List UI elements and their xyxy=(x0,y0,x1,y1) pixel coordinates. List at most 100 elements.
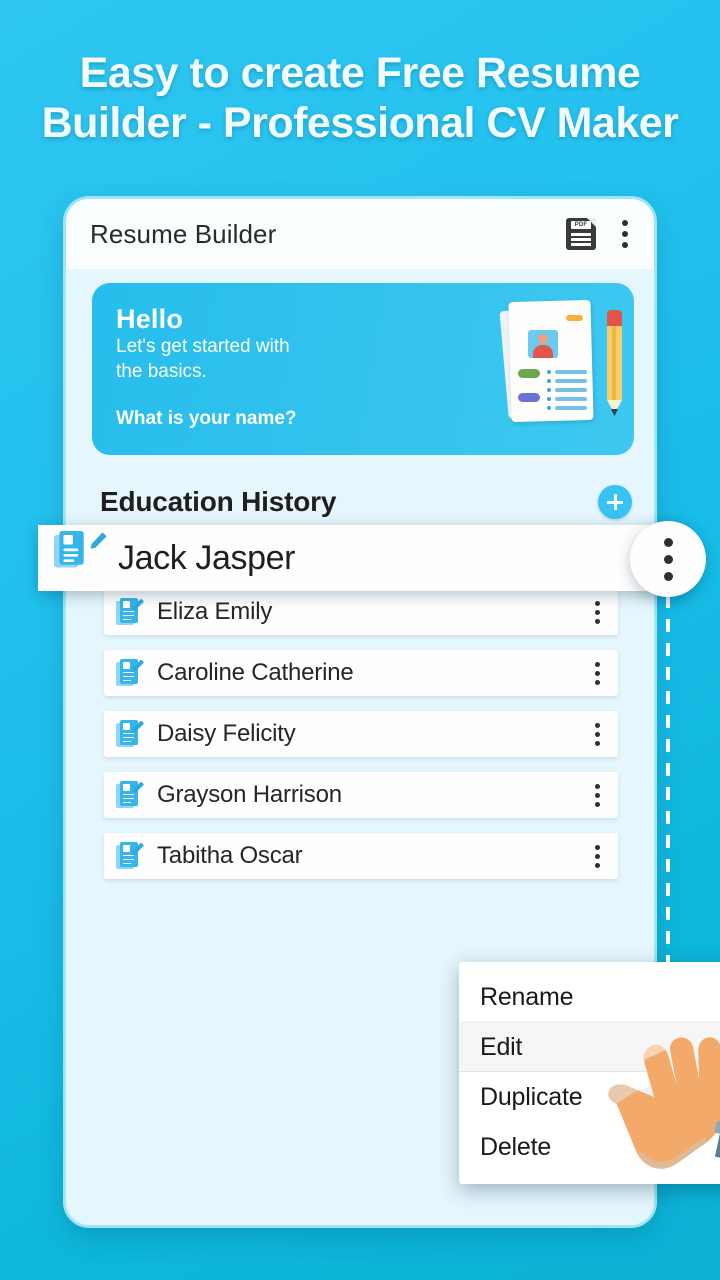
pdf-icon-line xyxy=(571,238,591,241)
kebab-dot xyxy=(663,554,673,564)
illustration-avatar xyxy=(528,330,558,358)
plus-icon[interactable] xyxy=(598,485,632,519)
list-item-label: Caroline Catherine xyxy=(157,659,354,686)
kebab-menu-icon[interactable] xyxy=(591,656,604,691)
hand-pointer-illustration xyxy=(608,1037,720,1169)
menu-item-rename[interactable]: Rename xyxy=(459,972,720,1022)
doc-photo xyxy=(123,661,130,669)
doc-line xyxy=(123,675,134,678)
illustration-pencil xyxy=(607,310,622,418)
doc-photo xyxy=(123,722,130,730)
highlighted-list-item[interactable]: Jack Jasper xyxy=(38,525,686,591)
illustration-avatar-body xyxy=(533,345,553,358)
kebab-dot xyxy=(595,618,600,624)
education-entry-list: Eliza Emily Caroline Catherine Daisy Fel… xyxy=(66,589,654,894)
education-history-header: Education History xyxy=(66,471,654,533)
illustration-bullet xyxy=(547,379,551,383)
doc-line xyxy=(123,610,134,613)
doc-line xyxy=(123,736,134,739)
doc-line xyxy=(123,618,131,621)
doc-photo xyxy=(63,535,73,545)
doc-line xyxy=(123,740,131,743)
kebab-dot xyxy=(595,600,600,606)
kebab-dot xyxy=(622,242,628,248)
doc-line xyxy=(123,614,134,617)
highlighted-list-item-label: Jack Jasper xyxy=(118,538,296,577)
kebab-dot xyxy=(595,679,600,685)
document-edit-icon xyxy=(54,531,107,585)
kebab-dot xyxy=(595,670,600,676)
illustration-line xyxy=(555,388,587,392)
page-title: Resume Builder xyxy=(90,218,277,249)
illustration-bullet xyxy=(547,406,551,410)
kebab-menu-icon[interactable] xyxy=(591,839,604,874)
doc-line xyxy=(63,553,79,557)
kebab-menu-icon[interactable] xyxy=(618,214,632,254)
doc-photo xyxy=(123,600,130,608)
doc-line xyxy=(63,559,75,562)
doc-line xyxy=(63,548,79,551)
list-item-label: Tabitha Oscar xyxy=(157,842,303,869)
highlighted-kebab-menu-icon[interactable] xyxy=(630,521,706,597)
promo-screenshot: Easy to create Free Resume Builder - Pro… xyxy=(0,0,720,1280)
pencil-eraser xyxy=(607,310,622,327)
list-item[interactable]: Caroline Catherine xyxy=(104,650,618,696)
doc-line xyxy=(123,854,134,857)
kebab-dot xyxy=(595,661,600,667)
illustration-line xyxy=(555,406,587,410)
document-edit-icon xyxy=(116,597,144,627)
list-item[interactable]: Grayson Harrison xyxy=(104,772,618,818)
kebab-dot xyxy=(622,220,628,226)
pdf-icon-line xyxy=(571,233,591,236)
hello-card: Hello Let's get started with the basics.… xyxy=(92,283,634,455)
app-bar: Resume Builder PDF xyxy=(66,199,654,269)
pdf-icon-line xyxy=(571,243,591,246)
doc-pencil xyxy=(90,532,107,549)
doc-line xyxy=(123,732,134,735)
pencil-stripe xyxy=(612,326,616,400)
doc-photo xyxy=(123,783,130,791)
illustration-purple-tag xyxy=(518,393,540,402)
doc-line xyxy=(123,797,134,800)
kebab-dot xyxy=(663,537,673,547)
doc-line xyxy=(123,862,131,865)
kebab-dot xyxy=(595,862,600,868)
illustration-avatar-head xyxy=(538,334,548,344)
kebab-dot xyxy=(595,801,600,807)
list-item[interactable]: Daisy Felicity xyxy=(104,711,618,757)
list-item[interactable]: Tabitha Oscar xyxy=(104,833,618,879)
pencil-tip-lead xyxy=(611,409,618,416)
resume-document-pencil-illustration xyxy=(496,296,624,428)
kebab-dot xyxy=(595,792,600,798)
list-item-label: Grayson Harrison xyxy=(157,781,342,808)
document-edit-icon xyxy=(116,841,144,871)
doc-line xyxy=(123,679,131,682)
kebab-dot xyxy=(595,844,600,850)
kebab-menu-icon[interactable] xyxy=(591,778,604,813)
illustration-line xyxy=(555,370,587,374)
illustration-line xyxy=(555,379,587,383)
kebab-dot xyxy=(663,571,673,581)
kebab-dot xyxy=(622,231,628,237)
list-item[interactable]: Eliza Emily xyxy=(104,589,618,635)
doc-line xyxy=(123,793,134,796)
pdf-icon-label: PDF xyxy=(571,221,591,229)
illustration-bullet xyxy=(547,370,551,374)
kebab-menu-icon[interactable] xyxy=(591,595,604,630)
kebab-dot xyxy=(595,722,600,728)
doc-line xyxy=(123,801,131,804)
illustration-line xyxy=(555,397,587,401)
section-title: Education History xyxy=(100,486,337,517)
kebab-dot xyxy=(595,740,600,746)
list-item-label: Daisy Felicity xyxy=(157,720,296,747)
illustration-green-tag xyxy=(518,369,540,378)
pdf-document-icon[interactable]: PDF xyxy=(566,218,596,250)
kebab-dot xyxy=(595,853,600,859)
kebab-menu-icon[interactable] xyxy=(591,717,604,752)
doc-line xyxy=(123,858,134,861)
illustration-bullet xyxy=(547,397,551,401)
callout-connector-line xyxy=(666,595,670,965)
illustration-bullet xyxy=(547,388,551,392)
kebab-dot xyxy=(595,731,600,737)
document-edit-icon xyxy=(116,780,144,810)
